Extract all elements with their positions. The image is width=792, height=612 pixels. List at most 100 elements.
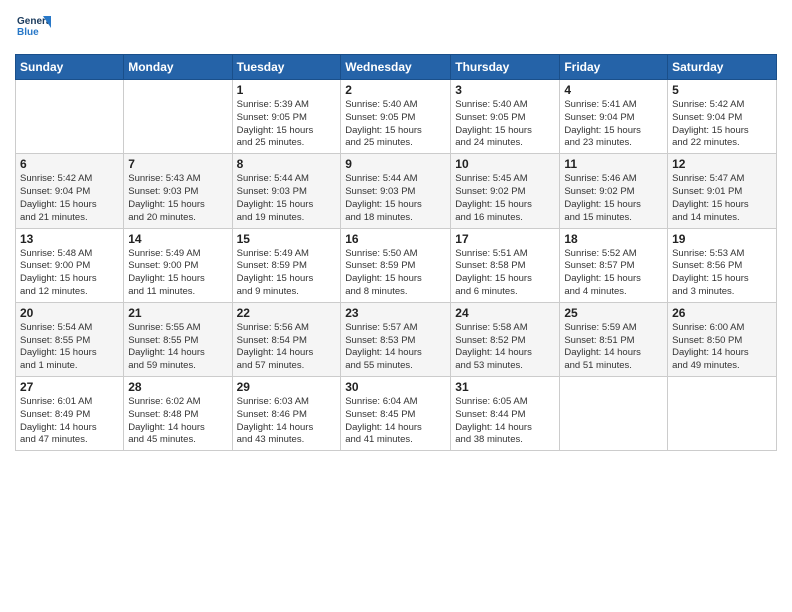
day-detail: Sunrise: 5:39 AMSunset: 9:05 PMDaylight:… — [237, 99, 337, 150]
weekday-header-thursday: Thursday — [451, 55, 560, 80]
day-number: 14 — [128, 232, 227, 246]
day-number: 19 — [672, 232, 772, 246]
day-detail: Sunrise: 6:03 AMSunset: 8:46 PMDaylight:… — [237, 396, 337, 447]
day-detail: Sunrise: 5:45 AMSunset: 9:02 PMDaylight:… — [455, 173, 555, 224]
day-number: 24 — [455, 306, 555, 320]
day-detail: Sunrise: 6:04 AMSunset: 8:45 PMDaylight:… — [345, 396, 446, 447]
calendar-cell: 26 Sunrise: 6:00 AMSunset: 8:50 PMDayligh… — [668, 302, 777, 376]
calendar-cell: 27Sunrise: 6:01 AMSunset: 8:49 PMDayligh… — [16, 377, 124, 451]
calendar-cell: 25 Sunrise: 5:59 AMSunset: 8:51 PMDayligh… — [560, 302, 668, 376]
calendar-cell: 23Sunrise: 5:57 AMSunset: 8:53 PMDayligh… — [341, 302, 451, 376]
day-detail: Sunrise: 5:40 AMSunset: 9:05 PMDaylight:… — [345, 99, 446, 150]
calendar-cell: 28 Sunrise: 6:02 AMSunset: 8:48 PMDayligh… — [124, 377, 232, 451]
calendar-cell: 10 Sunrise: 5:45 AMSunset: 9:02 PMDayligh… — [451, 154, 560, 228]
day-detail: Sunrise: 5:48 AMSunset: 9:00 PMDaylight:… — [20, 248, 119, 299]
calendar-cell: 31Sunrise: 6:05 AMSunset: 8:44 PMDayligh… — [451, 377, 560, 451]
day-detail: Sunrise: 6:00 AMSunset: 8:50 PMDaylight:… — [672, 322, 772, 373]
calendar-cell — [560, 377, 668, 451]
day-detail: Sunrise: 5:50 AMSunset: 8:59 PMDaylight:… — [345, 248, 446, 299]
calendar-week-4: 20 Sunrise: 5:54 AMSunset: 8:55 PMDayligh… — [16, 302, 777, 376]
day-number: 7 — [128, 157, 227, 171]
header: General Blue — [15, 10, 777, 46]
weekday-header-row: SundayMondayTuesdayWednesdayThursdayFrid… — [16, 55, 777, 80]
day-number: 2 — [345, 83, 446, 97]
calendar-cell — [124, 80, 232, 154]
day-detail: Sunrise: 5:58 AMSunset: 8:52 PMDaylight:… — [455, 322, 555, 373]
day-detail: Sunrise: 5:51 AMSunset: 8:58 PMDaylight:… — [455, 248, 555, 299]
day-detail: Sunrise: 5:56 AMSunset: 8:54 PMDaylight:… — [237, 322, 337, 373]
calendar-cell: 24 Sunrise: 5:58 AMSunset: 8:52 PMDayligh… — [451, 302, 560, 376]
calendar-cell: 22 Sunrise: 5:56 AMSunset: 8:54 PMDayligh… — [232, 302, 341, 376]
day-number: 3 — [455, 83, 555, 97]
calendar-cell: 13 Sunrise: 5:48 AMSunset: 9:00 PMDayligh… — [16, 228, 124, 302]
calendar-body: 1 Sunrise: 5:39 AMSunset: 9:05 PMDaylight… — [16, 80, 777, 451]
calendar-cell: 16Sunrise: 5:50 AMSunset: 8:59 PMDayligh… — [341, 228, 451, 302]
calendar-week-3: 13 Sunrise: 5:48 AMSunset: 9:00 PMDayligh… — [16, 228, 777, 302]
day-detail: Sunrise: 5:54 AMSunset: 8:55 PMDaylight:… — [20, 322, 119, 373]
day-detail: Sunrise: 5:42 AMSunset: 9:04 PMDaylight:… — [672, 99, 772, 150]
weekday-header-saturday: Saturday — [668, 55, 777, 80]
calendar-cell: 18 Sunrise: 5:52 AMSunset: 8:57 PMDayligh… — [560, 228, 668, 302]
generalblue-logo-icon: General Blue — [15, 10, 51, 46]
day-detail: Sunrise: 5:40 AMSunset: 9:05 PMDaylight:… — [455, 99, 555, 150]
day-number: 25 — [564, 306, 663, 320]
calendar-cell — [668, 377, 777, 451]
day-detail: Sunrise: 5:59 AMSunset: 8:51 PMDaylight:… — [564, 322, 663, 373]
day-detail: Sunrise: 6:02 AMSunset: 8:48 PMDaylight:… — [128, 396, 227, 447]
calendar-week-2: 6Sunrise: 5:42 AMSunset: 9:04 PMDaylight… — [16, 154, 777, 228]
calendar-week-5: 27Sunrise: 6:01 AMSunset: 8:49 PMDayligh… — [16, 377, 777, 451]
day-number: 17 — [455, 232, 555, 246]
calendar-cell: 7 Sunrise: 5:43 AMSunset: 9:03 PMDaylight… — [124, 154, 232, 228]
calendar-cell: 19Sunrise: 5:53 AMSunset: 8:56 PMDayligh… — [668, 228, 777, 302]
day-number: 20 — [20, 306, 119, 320]
day-detail: Sunrise: 5:52 AMSunset: 8:57 PMDaylight:… — [564, 248, 663, 299]
day-number: 18 — [564, 232, 663, 246]
day-number: 28 — [128, 380, 227, 394]
day-number: 22 — [237, 306, 337, 320]
day-detail: Sunrise: 5:43 AMSunset: 9:03 PMDaylight:… — [128, 173, 227, 224]
calendar-cell: 15 Sunrise: 5:49 AMSunset: 8:59 PMDayligh… — [232, 228, 341, 302]
calendar-week-1: 1 Sunrise: 5:39 AMSunset: 9:05 PMDaylight… — [16, 80, 777, 154]
calendar-cell: 4 Sunrise: 5:41 AMSunset: 9:04 PMDaylight… — [560, 80, 668, 154]
day-number: 15 — [237, 232, 337, 246]
weekday-header-wednesday: Wednesday — [341, 55, 451, 80]
day-number: 13 — [20, 232, 119, 246]
day-detail: Sunrise: 5:49 AMSunset: 8:59 PMDaylight:… — [237, 248, 337, 299]
calendar-page: General Blue SundayMondayTuesdayWednesda… — [0, 0, 792, 612]
day-detail: Sunrise: 5:42 AMSunset: 9:04 PMDaylight:… — [20, 173, 119, 224]
day-detail: Sunrise: 5:49 AMSunset: 9:00 PMDaylight:… — [128, 248, 227, 299]
calendar-cell: 1 Sunrise: 5:39 AMSunset: 9:05 PMDaylight… — [232, 80, 341, 154]
calendar-cell: 5 Sunrise: 5:42 AMSunset: 9:04 PMDaylight… — [668, 80, 777, 154]
day-number: 1 — [237, 83, 337, 97]
calendar-cell: 8 Sunrise: 5:44 AMSunset: 9:03 PMDaylight… — [232, 154, 341, 228]
calendar-cell: 21 Sunrise: 5:55 AMSunset: 8:55 PMDayligh… — [124, 302, 232, 376]
day-number: 9 — [345, 157, 446, 171]
day-detail: Sunrise: 5:41 AMSunset: 9:04 PMDaylight:… — [564, 99, 663, 150]
day-number: 21 — [128, 306, 227, 320]
day-detail: Sunrise: 6:05 AMSunset: 8:44 PMDaylight:… — [455, 396, 555, 447]
day-detail: Sunrise: 5:44 AMSunset: 9:03 PMDaylight:… — [237, 173, 337, 224]
calendar-cell: 6Sunrise: 5:42 AMSunset: 9:04 PMDaylight… — [16, 154, 124, 228]
day-number: 26 — [672, 306, 772, 320]
day-number: 8 — [237, 157, 337, 171]
day-detail: Sunrise: 5:55 AMSunset: 8:55 PMDaylight:… — [128, 322, 227, 373]
day-number: 23 — [345, 306, 446, 320]
calendar-cell: 11Sunrise: 5:46 AMSunset: 9:02 PMDayligh… — [560, 154, 668, 228]
day-number: 30 — [345, 380, 446, 394]
calendar-cell: 17 Sunrise: 5:51 AMSunset: 8:58 PMDayligh… — [451, 228, 560, 302]
calendar-cell: 29Sunrise: 6:03 AMSunset: 8:46 PMDayligh… — [232, 377, 341, 451]
weekday-header-tuesday: Tuesday — [232, 55, 341, 80]
day-number: 10 — [455, 157, 555, 171]
calendar-table: SundayMondayTuesdayWednesdayThursdayFrid… — [15, 54, 777, 451]
day-number: 27 — [20, 380, 119, 394]
calendar-cell: 12Sunrise: 5:47 AMSunset: 9:01 PMDayligh… — [668, 154, 777, 228]
day-number: 5 — [672, 83, 772, 97]
day-number: 11 — [564, 157, 663, 171]
calendar-cell: 30 Sunrise: 6:04 AMSunset: 8:45 PMDayligh… — [341, 377, 451, 451]
calendar-cell: 9Sunrise: 5:44 AMSunset: 9:03 PMDaylight… — [341, 154, 451, 228]
day-number: 4 — [564, 83, 663, 97]
calendar-cell: 14 Sunrise: 5:49 AMSunset: 9:00 PMDayligh… — [124, 228, 232, 302]
calendar-cell: 2 Sunrise: 5:40 AMSunset: 9:05 PMDaylight… — [341, 80, 451, 154]
calendar-cell: 3 Sunrise: 5:40 AMSunset: 9:05 PMDaylight… — [451, 80, 560, 154]
logo: General Blue — [15, 10, 55, 46]
